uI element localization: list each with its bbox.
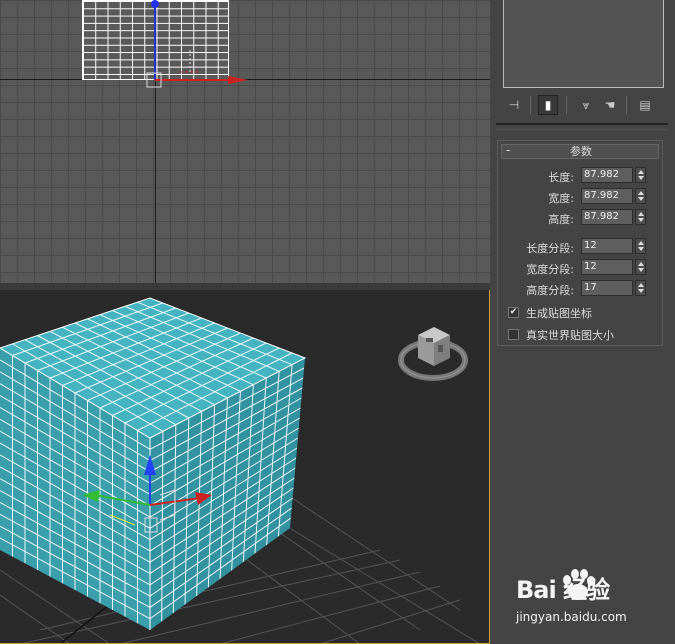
- rollout-header[interactable]: - 参数: [501, 143, 659, 159]
- width-segs-row: 宽度分段: 12: [498, 259, 664, 277]
- height-spinner[interactable]: [635, 209, 646, 225]
- hand-icon[interactable]: ☚: [600, 95, 620, 115]
- length-segs-label: 长度分段:: [526, 242, 574, 255]
- perspective-viewport[interactable]: [0, 290, 490, 644]
- viewport-divider[interactable]: [0, 283, 490, 290]
- top-gizmo[interactable]: [0, 0, 490, 283]
- real-world-map-size-row[interactable]: 真实世界贴图大小: [508, 327, 663, 343]
- gen-mapping-coords-label[interactable]: 生成贴图坐标: [526, 305, 592, 321]
- real-world-map-size-checkbox[interactable]: [508, 329, 519, 340]
- watermark-site-url: jingyan.baidu.com: [516, 610, 627, 624]
- spinner-up-icon[interactable]: [638, 170, 644, 174]
- length-spinner[interactable]: [635, 167, 646, 183]
- configure-icon[interactable]: ▤: [635, 95, 655, 115]
- length-row: 长度: 87.982: [498, 167, 664, 185]
- length-segs-spinner[interactable]: [635, 238, 646, 254]
- spinner-down-icon[interactable]: [638, 176, 644, 180]
- spinner-up-icon[interactable]: [638, 241, 644, 245]
- width-row: 宽度: 87.982: [498, 188, 664, 206]
- rollout-title: 参数: [570, 145, 592, 158]
- width-segs-spinner[interactable]: [635, 259, 646, 275]
- spinner-down-icon[interactable]: [638, 218, 644, 222]
- spinner-up-icon[interactable]: [638, 191, 644, 195]
- tab-separator: [626, 96, 627, 114]
- width-segs-field[interactable]: 12: [581, 259, 633, 275]
- command-panel-tabs: ⊣ ▮ ⩔ ☚ ▤: [490, 93, 675, 117]
- height-segs-field[interactable]: 17: [581, 280, 633, 296]
- command-panel: ⊣ ▮ ⩔ ☚ ▤ - 参数 长度: 87.982 宽度: 87.982 高度:…: [490, 0, 675, 644]
- spinner-down-icon[interactable]: [638, 268, 644, 272]
- height-row: 高度: 87.982: [498, 209, 664, 227]
- modifier-preview-box: [503, 0, 664, 88]
- height-field[interactable]: 87.982: [581, 209, 633, 225]
- width-field[interactable]: 87.982: [581, 188, 633, 204]
- height-segs-label: 高度分段:: [526, 284, 574, 297]
- length-segs-field[interactable]: 12: [581, 238, 633, 254]
- width-label: 宽度:: [548, 192, 574, 205]
- spinner-up-icon[interactable]: [638, 262, 644, 266]
- panel-divider: [496, 129, 668, 130]
- baidu-jingyan-watermark: Bai 经验 jingyan.baidu.com: [510, 568, 670, 644]
- height-segs-row: 高度分段: 17: [498, 280, 664, 298]
- tab-separator: [530, 96, 531, 114]
- length-label: 长度:: [548, 171, 574, 184]
- height-label: 高度:: [548, 213, 574, 226]
- pin-icon[interactable]: ⊣: [504, 95, 524, 115]
- spinner-up-icon[interactable]: [638, 212, 644, 216]
- parameters-rollout: - 参数 长度: 87.982 宽度: 87.982 高度: 87.982 长度…: [497, 140, 663, 346]
- gen-mapping-coords-row[interactable]: ✔ 生成贴图坐标: [508, 305, 663, 321]
- top-viewport[interactable]: [0, 0, 490, 283]
- real-world-map-size-label[interactable]: 真实世界贴图大小: [526, 327, 614, 343]
- spinner-down-icon[interactable]: [638, 197, 644, 201]
- width-segs-label: 宽度分段:: [526, 263, 574, 276]
- height-segs-spinner[interactable]: [635, 280, 646, 296]
- modify-icon[interactable]: ▮: [538, 95, 558, 115]
- tab-separator: [566, 96, 567, 114]
- panel-divider: [496, 123, 668, 125]
- length-segs-row: 长度分段: 12: [498, 238, 664, 256]
- gen-mapping-coords-checkbox[interactable]: ✔: [508, 307, 519, 318]
- vertex-icon[interactable]: ⩔: [576, 95, 596, 115]
- perspective-scene[interactable]: [0, 290, 490, 644]
- width-spinner[interactable]: [635, 188, 646, 204]
- watermark-logo-text: Bai 经验: [516, 576, 610, 604]
- length-field[interactable]: 87.982: [581, 167, 633, 183]
- spinner-down-icon[interactable]: [638, 289, 644, 293]
- spinner-up-icon[interactable]: [638, 283, 644, 287]
- spinner-down-icon[interactable]: [638, 247, 644, 251]
- viewcube[interactable]: [398, 327, 468, 381]
